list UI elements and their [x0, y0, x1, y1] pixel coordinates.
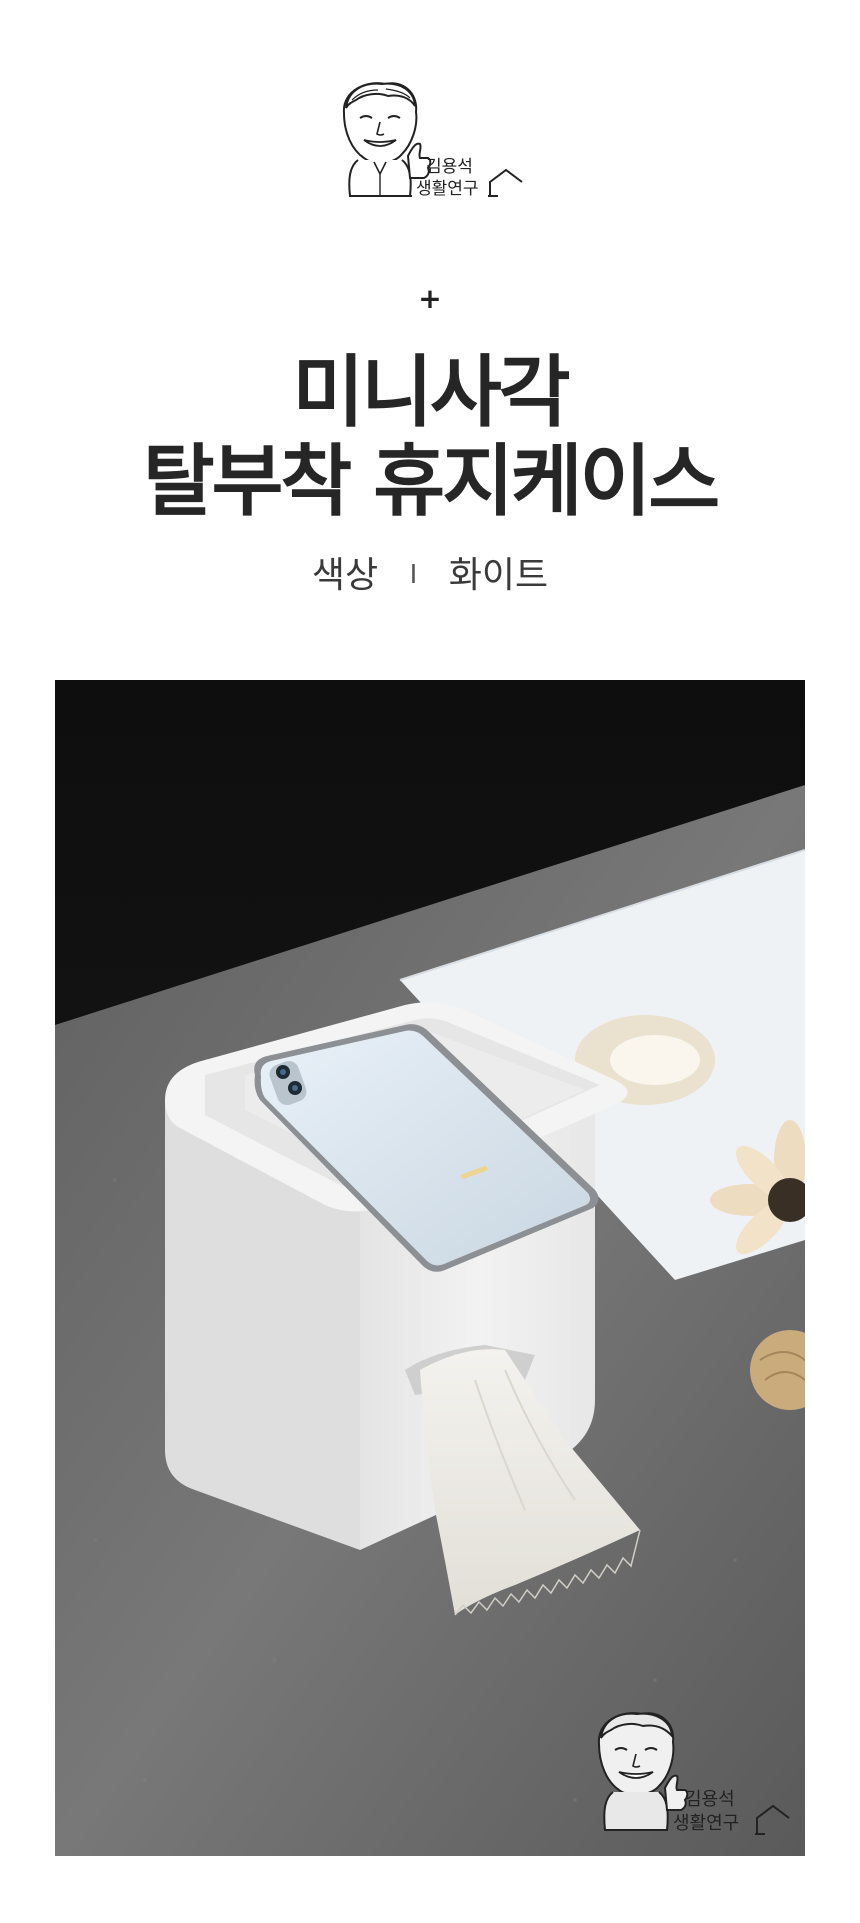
brand-line1: 김용석	[426, 157, 473, 177]
product-photo	[55, 680, 805, 1856]
color-value: 화이트	[448, 555, 549, 596]
watermark-logo: 김용석 생활연구	[585, 1706, 795, 1846]
watermark-line1: 김용석	[685, 1789, 735, 1810]
page-title-line2: 탈부착 휴지케이스	[142, 437, 720, 527]
page-title-line1: 미니사각	[292, 348, 570, 438]
color-label: 색상	[311, 555, 379, 596]
color-info: 색상 I 화이트	[0, 546, 860, 598]
plus-decoration: +	[418, 282, 442, 315]
separator: I	[409, 560, 418, 590]
brand-logo: 김용석 생활연구	[330, 78, 530, 208]
watermark-line2: 생활연구	[673, 1813, 740, 1834]
brand-line2: 생활연구	[416, 179, 479, 199]
tissue-case-illustration	[55, 680, 805, 1856]
